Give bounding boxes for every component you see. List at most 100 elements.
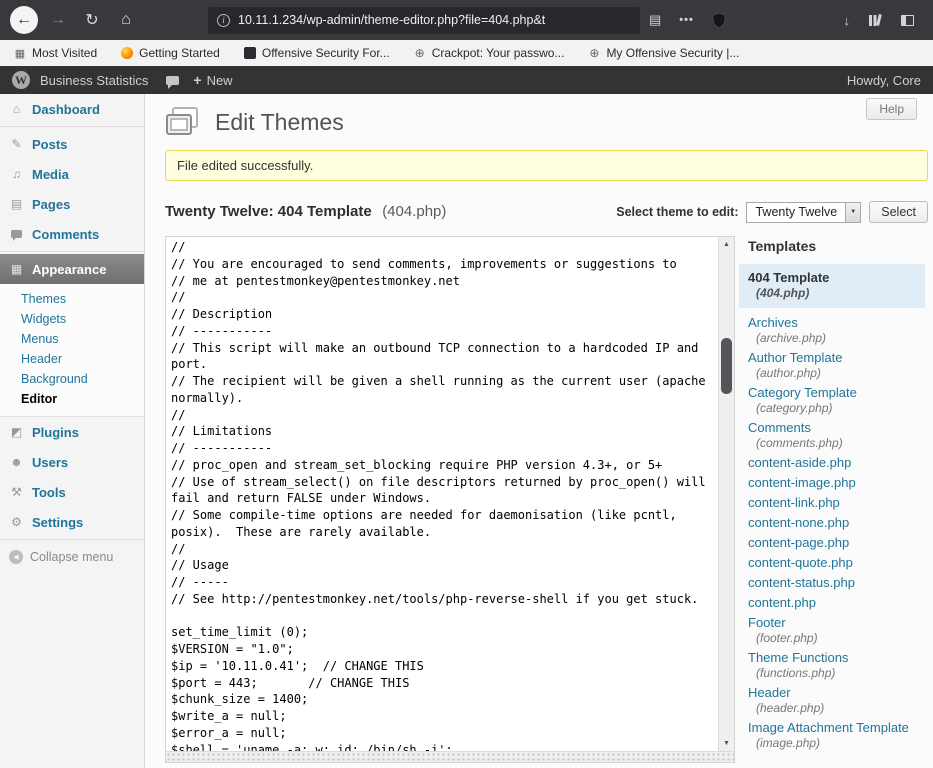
download-icon[interactable]: ↓ [844,13,851,28]
scroll-up-icon[interactable]: ▲ [719,237,734,252]
submenu-item-background[interactable]: Background [0,369,144,389]
site-name-link[interactable]: Business Statistics [40,73,164,88]
template-link-archives[interactable]: Archives (archive.php) [748,314,930,346]
forward-button[interactable]: → [44,6,72,34]
scrollbar-track[interactable] [719,252,734,736]
comments-adminbar-icon[interactable] [166,76,179,85]
sidebar-item-dashboard[interactable]: ⌂ Dashboard [0,94,144,124]
globe-icon: ⊕ [588,47,600,59]
editor-horizontal-scrollbar[interactable] [166,751,734,762]
submenu-item-editor[interactable]: Editor [0,389,144,409]
page-actions-icon[interactable]: ••• [679,14,694,26]
library-icon[interactable] [868,14,883,27]
theme-picker: Select theme to edit: Twenty Twelve ▼ Se… [616,201,928,223]
page-title: Edit Themes [215,109,344,136]
reader-mode-icon[interactable]: ▤ [649,12,661,28]
howdy-account-link[interactable]: Howdy, Core [847,73,921,88]
template-link-content-image[interactable]: content-image.php [748,474,930,491]
globe-icon: ⊕ [414,47,426,59]
appearance-submenu: Themes Widgets Menus Header Background E… [0,284,144,417]
templates-panel: Templates 404 Template (404.php) Archive… [739,236,930,763]
submenu-item-menus[interactable]: Menus [0,329,144,349]
comments-icon [9,227,24,241]
sidebar-toggle-icon[interactable] [901,15,914,26]
toolbar-right-group: ↓ [835,13,924,28]
template-link-image[interactable]: Image Attachment Template (image.php) [748,719,930,751]
notice-text: File edited successfully. [177,158,313,173]
template-link-comments[interactable]: Comments (comments.php) [748,419,930,451]
home-button[interactable]: ⌂ [112,6,140,34]
dashboard-icon: ⌂ [9,102,24,116]
url-bar[interactable]: i 10.11.1.234/wp-admin/theme-editor.php?… [208,7,640,34]
template-link-functions[interactable]: Theme Functions (functions.php) [748,649,930,681]
sidebar-separator [0,126,144,127]
submenu-item-header[interactable]: Header [0,349,144,369]
template-link-content[interactable]: content.php [748,594,930,611]
new-content-button[interactable]: + New [193,72,232,88]
templates-heading: Templates [748,238,930,254]
editor-vertical-scrollbar[interactable]: ▲ ▼ [718,237,734,751]
sidebar-separator [0,539,144,540]
settings-icon: ⚙ [9,515,24,529]
firefox-icon [121,47,133,59]
back-icon: ← [16,11,32,29]
select-theme-button[interactable]: Select [869,201,928,223]
scroll-down-icon[interactable]: ▼ [719,736,734,751]
template-link-content-page[interactable]: content-page.php [748,534,930,551]
sidebar-item-media[interactable]: ♫ Media [0,159,144,189]
sidebar-item-pages[interactable]: ▤ Pages [0,189,144,219]
shield-icon[interactable] [712,13,726,28]
template-link-content-aside[interactable]: content-aside.php [748,454,930,471]
site-info-icon[interactable]: i [217,14,230,27]
wp-admin-bar: W Business Statistics + New Howdy, Core [0,66,933,94]
bookmark-getting-started[interactable]: Getting Started [121,46,220,60]
template-link-content-none[interactable]: content-none.php [748,514,930,531]
bookmarks-bar: ▦ Most Visited Getting Started Offensive… [0,40,933,66]
file-heading-group: Twenty Twelve: 404 Template (404.php) [165,203,446,221]
url-text: 10.11.1.234/wp-admin/theme-editor.php?fi… [238,13,631,27]
sidebar-item-plugins[interactable]: ◩ Plugins [0,417,144,447]
scrollbar-thumb[interactable] [721,338,732,394]
success-notice: File edited successfully. [165,150,928,181]
back-button[interactable]: ← [10,6,38,34]
sidebar-item-appearance[interactable]: ▦ Appearance [0,254,144,284]
posts-icon: ✎ [9,137,24,151]
collapse-menu-button[interactable]: ◀ Collapse menu [0,550,144,564]
template-link-content-link[interactable]: content-link.php [748,494,930,511]
template-link-header[interactable]: Header (header.php) [748,684,930,716]
template-link-content-quote[interactable]: content-quote.php [748,554,930,571]
collapse-icon: ◀ [9,550,23,564]
submenu-item-themes[interactable]: Themes [0,289,144,309]
template-link-content-status[interactable]: content-status.php [748,574,930,591]
browser-toolbar: ← → ↻ ⌂ i 10.11.1.234/wp-admin/theme-edi… [0,0,933,40]
wordpress-logo-icon[interactable]: W [12,71,30,89]
code-textarea[interactable]: // // You are encouraged to send comment… [166,237,718,751]
template-link-footer[interactable]: Footer (footer.php) [748,614,930,646]
media-icon: ♫ [9,167,24,181]
template-link-author[interactable]: Author Template (author.php) [748,349,930,381]
refresh-icon: ↻ [85,10,98,30]
code-editor: // // You are encouraged to send comment… [165,236,735,763]
sidebar-item-tools[interactable]: ⚒ Tools [0,477,144,507]
template-link-404[interactable]: 404 Template (404.php) [739,264,925,308]
bookmark-label: Offensive Security For... [262,46,390,60]
refresh-button[interactable]: ↻ [78,6,106,34]
bookmark-offsec-forum[interactable]: Offensive Security For... [244,46,390,60]
help-button[interactable]: Help [866,98,917,120]
sidebar-item-settings[interactable]: ⚙ Settings [0,507,144,537]
submenu-item-widgets[interactable]: Widgets [0,309,144,329]
sidebar-item-comments[interactable]: Comments [0,219,144,249]
most-visited-icon: ▦ [14,47,26,59]
bookmark-most-visited[interactable]: ▦ Most Visited [14,46,97,60]
file-name: (404.php) [382,203,446,220]
bookmark-my-offsec[interactable]: ⊕ My Offensive Security |... [588,46,739,60]
main-content: Help Edit Themes File edited successfull… [145,94,933,768]
select-theme-label: Select theme to edit: [616,205,738,219]
bookmark-crackpot[interactable]: ⊕ Crackpot: Your passwo... [414,46,565,60]
sidebar-item-posts[interactable]: ✎ Posts [0,129,144,159]
template-link-category[interactable]: Category Template (category.php) [748,384,930,416]
home-icon: ⌂ [121,11,131,29]
screen: ← → ↻ ⌂ i 10.11.1.234/wp-admin/theme-edi… [0,0,933,768]
theme-select[interactable]: Twenty Twelve ▼ [746,202,861,223]
sidebar-item-users[interactable]: ☻ Users [0,447,144,477]
